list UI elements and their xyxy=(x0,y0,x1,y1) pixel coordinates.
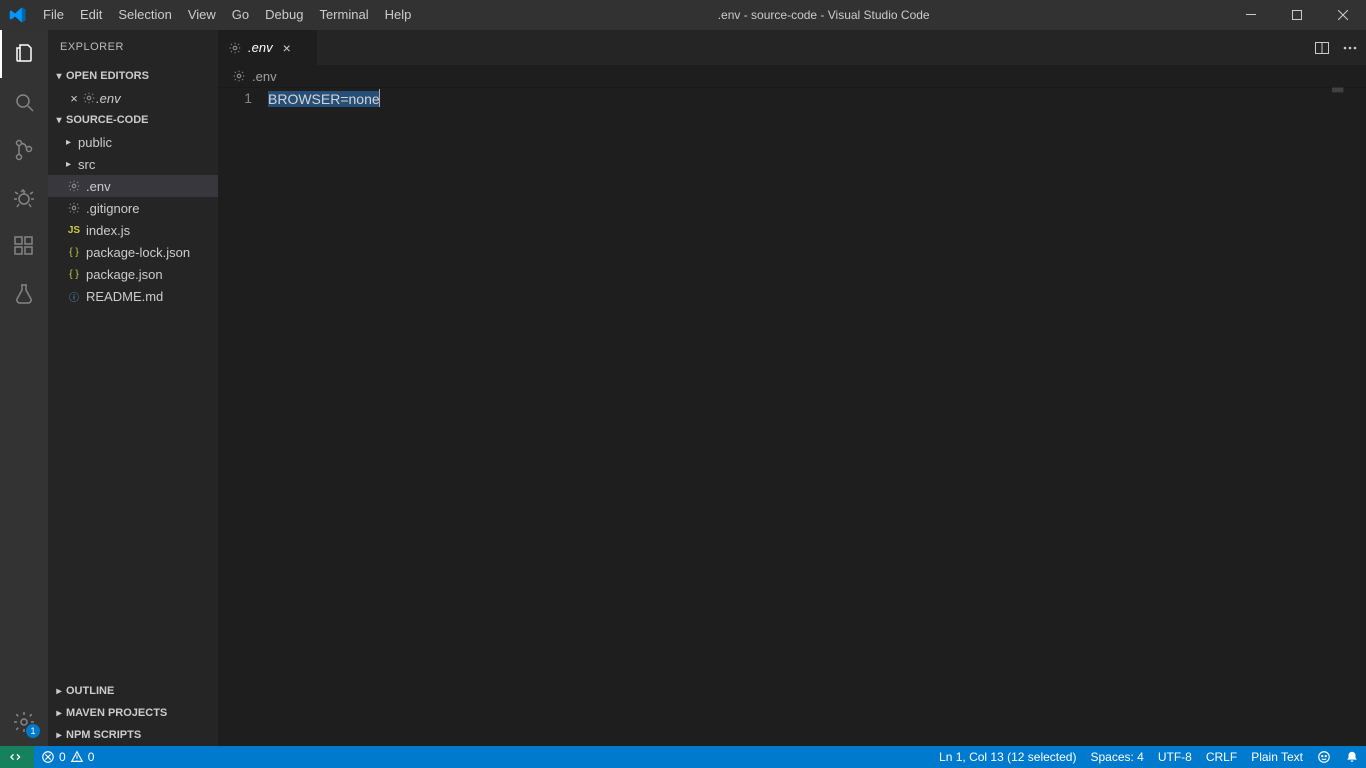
json-icon xyxy=(66,266,82,282)
file-package-lock[interactable]: package-lock.json xyxy=(48,241,218,263)
minimize-button[interactable] xyxy=(1228,0,1274,30)
menu-view[interactable]: View xyxy=(180,0,224,30)
gear-icon xyxy=(66,200,82,216)
gear-icon xyxy=(66,178,82,194)
remote-indicator[interactable] xyxy=(0,746,34,768)
info-icon xyxy=(66,288,82,304)
status-cursor[interactable]: Ln 1, Col 13 (12 selected) xyxy=(932,746,1083,768)
status-spaces[interactable]: Spaces: 4 xyxy=(1083,746,1150,768)
section-open-editors[interactable]: OPEN EDITORS xyxy=(48,65,218,87)
file-index-js[interactable]: JSindex.js xyxy=(48,219,218,241)
file-tree: public src .env .gitignore JSindex.js pa… xyxy=(48,131,218,307)
status-bell-icon[interactable] xyxy=(1338,746,1366,768)
activity-settings[interactable]: 1 xyxy=(0,698,48,746)
status-encoding[interactable]: UTF-8 xyxy=(1151,746,1199,768)
code-editor[interactable]: 1 BROWSER=none xyxy=(218,87,1366,108)
folder-src[interactable]: src xyxy=(48,153,218,175)
activity-extensions[interactable] xyxy=(0,222,48,270)
tab-label: .env xyxy=(248,40,273,55)
status-feedback-icon[interactable] xyxy=(1310,746,1338,768)
activity-scm[interactable] xyxy=(0,126,48,174)
tab-close-icon[interactable]: × xyxy=(283,40,291,56)
json-icon xyxy=(66,244,82,260)
section-npm[interactable]: NPM SCRIPTS xyxy=(48,724,218,746)
activity-explorer[interactable] xyxy=(0,30,48,78)
section-outline[interactable]: OUTLINE xyxy=(48,680,218,702)
minimap[interactable]: ████ xyxy=(1332,87,1352,92)
menu-help[interactable]: Help xyxy=(377,0,420,30)
tab-env[interactable]: .env × xyxy=(218,30,318,65)
line-number: 1 xyxy=(218,89,252,108)
status-eol[interactable]: CRLF xyxy=(1199,746,1244,768)
gear-icon xyxy=(82,91,96,105)
js-icon: JS xyxy=(66,222,82,238)
window-title: .env - source-code - Visual Studio Code xyxy=(419,8,1228,22)
status-language[interactable]: Plain Text xyxy=(1244,746,1310,768)
titlebar: File Edit Selection View Go Debug Termin… xyxy=(0,0,1366,30)
activity-debug[interactable] xyxy=(0,174,48,222)
code-line[interactable]: BROWSER=none xyxy=(268,89,380,108)
menu-terminal[interactable]: Terminal xyxy=(311,0,376,30)
open-editor-label: .env xyxy=(96,91,121,106)
editor-scrollbar[interactable] xyxy=(1352,65,1366,746)
menu-selection[interactable]: Selection xyxy=(110,0,179,30)
status-problems[interactable]: 0 0 xyxy=(34,746,101,768)
activitybar: 1 xyxy=(0,30,48,746)
file-gitignore[interactable]: .gitignore xyxy=(48,197,218,219)
menu-go[interactable]: Go xyxy=(224,0,257,30)
activity-search[interactable] xyxy=(0,78,48,126)
maximize-button[interactable] xyxy=(1274,0,1320,30)
menu-file[interactable]: File xyxy=(35,0,72,30)
breadcrumb-label: .env xyxy=(252,69,277,84)
gutter: 1 xyxy=(218,89,268,108)
menu-debug[interactable]: Debug xyxy=(257,0,311,30)
open-editor-item[interactable]: × .env xyxy=(48,87,218,109)
section-maven[interactable]: MAVEN PROJECTS xyxy=(48,702,218,724)
file-readme[interactable]: README.md xyxy=(48,285,218,307)
gear-icon xyxy=(228,41,242,55)
split-editor-icon[interactable] xyxy=(1314,40,1330,56)
breadcrumb[interactable]: .env xyxy=(218,65,1366,87)
section-project[interactable]: SOURCE-CODE xyxy=(48,109,218,131)
vscode-logo-icon xyxy=(0,6,35,24)
gear-icon xyxy=(232,69,246,83)
activity-test[interactable] xyxy=(0,270,48,318)
settings-badge: 1 xyxy=(26,724,40,738)
editor-area: .env × .env 1 BROWSER=none ████ xyxy=(218,30,1366,746)
close-icon[interactable]: × xyxy=(66,91,82,106)
file-env[interactable]: .env xyxy=(48,175,218,197)
menubar: File Edit Selection View Go Debug Termin… xyxy=(35,0,419,30)
sidebar: EXPLORER OPEN EDITORS × .env SOURCE-CODE… xyxy=(48,30,218,746)
tabs: .env × xyxy=(218,30,1366,65)
more-actions-icon[interactable] xyxy=(1342,40,1358,56)
menu-edit[interactable]: Edit xyxy=(72,0,110,30)
folder-public[interactable]: public xyxy=(48,131,218,153)
sidebar-title: EXPLORER xyxy=(48,30,218,65)
file-package-json[interactable]: package.json xyxy=(48,263,218,285)
statusbar: 0 0 Ln 1, Col 13 (12 selected) Spaces: 4… xyxy=(0,746,1366,768)
close-button[interactable] xyxy=(1320,0,1366,30)
